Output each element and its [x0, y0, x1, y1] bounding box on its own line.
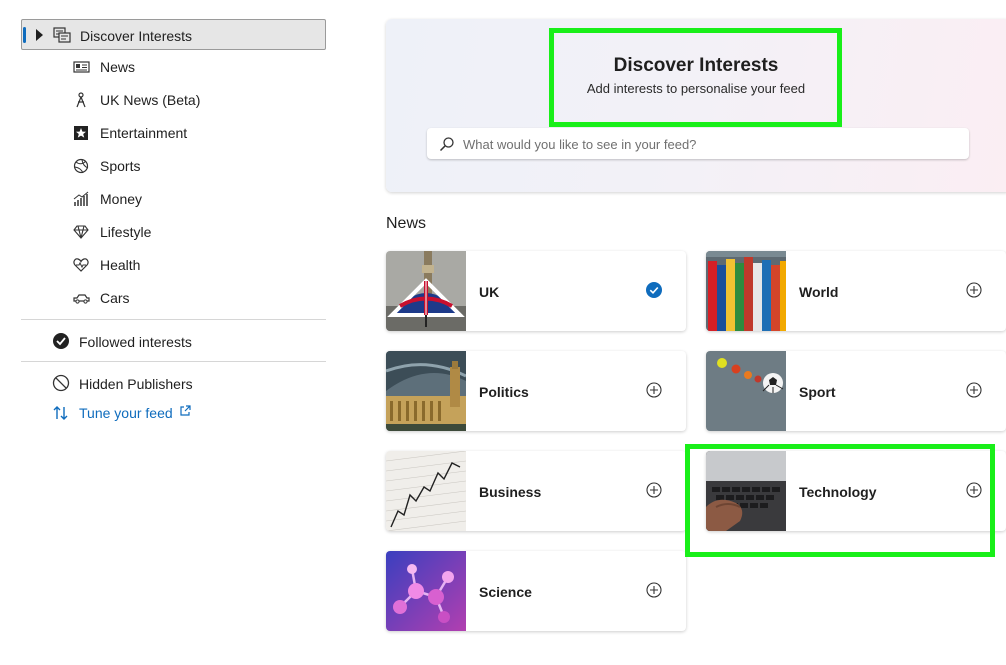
section-title-news: News: [386, 215, 427, 232]
diamond-icon: [73, 225, 89, 239]
nav-label: Tune your feed: [79, 405, 173, 421]
nav-discover-interests[interactable]: Discover Interests: [21, 19, 326, 50]
search-input[interactable]: [461, 132, 960, 157]
politics-parliament-image: [386, 351, 466, 431]
add-plus-icon[interactable]: [966, 382, 982, 398]
technology-laptop-image: [706, 451, 786, 531]
external-link-icon: [180, 405, 191, 416]
page-subtitle: Add interests to personalise your feed: [586, 81, 806, 96]
interest-card-sport[interactable]: Sport: [706, 351, 1006, 431]
nav-followed-interests[interactable]: Followed interests: [21, 320, 326, 361]
add-plus-icon[interactable]: [966, 282, 982, 298]
heart-pulse-icon: [73, 258, 89, 272]
science-molecule-image: [386, 551, 466, 631]
nav-label: Discover Interests: [80, 28, 193, 44]
nav-item-uk-news[interactable]: UK News (Beta): [21, 84, 326, 117]
nav-label: UK News (Beta): [100, 92, 201, 108]
nav-label: Health: [100, 257, 141, 273]
page-title: Discover Interests: [613, 55, 779, 76]
tune-your-feed-link[interactable]: Tune your feed: [21, 403, 326, 436]
interest-name: Politics: [479, 384, 529, 400]
sort-arrows-icon: [53, 406, 68, 420]
interest-name: World: [799, 284, 839, 300]
add-plus-icon[interactable]: [646, 482, 662, 498]
discover-icon: [53, 27, 71, 43]
interest-name: Business: [479, 484, 542, 500]
nav-item-entertainment[interactable]: Entertainment: [21, 117, 326, 150]
interest-name: UK: [479, 284, 500, 300]
nav-item-news[interactable]: News: [21, 51, 326, 84]
sport-balls-image: [706, 351, 786, 431]
nav-label: Cars: [100, 290, 130, 306]
hero-banner: Discover Interests Add interests to pers…: [386, 19, 1006, 192]
nav-item-sports[interactable]: Sports: [21, 150, 326, 183]
search-box[interactable]: [427, 128, 969, 159]
world-flags-image: [706, 251, 786, 331]
car-icon: [73, 294, 90, 304]
interest-card-world[interactable]: World: [706, 251, 1006, 331]
interest-card-uk[interactable]: UK: [386, 251, 686, 331]
add-plus-icon[interactable]: [646, 582, 662, 598]
check-circle-icon: [53, 333, 69, 349]
expand-caret-icon[interactable]: [36, 29, 43, 41]
star-icon: [74, 126, 88, 140]
nav-label: Money: [100, 191, 143, 207]
nav-label: Entertainment: [100, 125, 188, 141]
uk-umbrella-image: [386, 251, 466, 331]
nav-label: News: [100, 59, 136, 75]
nav-label: Followed interests: [79, 334, 192, 350]
interest-card-technology[interactable]: Technology: [706, 451, 1006, 531]
interest-name: Science: [479, 584, 532, 600]
followed-check-icon[interactable]: [646, 282, 662, 298]
interest-card-science[interactable]: Science: [386, 551, 686, 631]
blocked-icon: [52, 374, 70, 392]
selection-indicator: [23, 27, 26, 43]
nav-label: Hidden Publishers: [79, 376, 193, 392]
interest-name: Technology: [799, 484, 877, 500]
interest-card-politics[interactable]: Politics: [386, 351, 686, 431]
newspaper-icon: [73, 61, 90, 73]
nav-item-money[interactable]: Money: [21, 183, 326, 216]
ball-icon: [73, 158, 89, 174]
interest-card-business[interactable]: Business: [386, 451, 686, 531]
business-chart-image: [386, 451, 466, 531]
nav-hidden-publishers[interactable]: Hidden Publishers: [21, 362, 326, 403]
nav-item-lifestyle[interactable]: Lifestyle: [21, 216, 326, 249]
chart-icon: [73, 191, 89, 206]
add-plus-icon[interactable]: [966, 482, 982, 498]
nav-item-cars[interactable]: Cars: [21, 282, 326, 315]
interest-name: Sport: [799, 384, 836, 400]
search-icon: [439, 137, 454, 152]
nav-label: Lifestyle: [100, 224, 152, 240]
nav-label: Sports: [100, 158, 141, 174]
nav-item-health[interactable]: Health: [21, 249, 326, 282]
add-plus-icon[interactable]: [646, 382, 662, 398]
person-pin-icon: [76, 92, 86, 108]
sidebar: Discover Interests News UK News (Beta) E…: [21, 19, 326, 436]
